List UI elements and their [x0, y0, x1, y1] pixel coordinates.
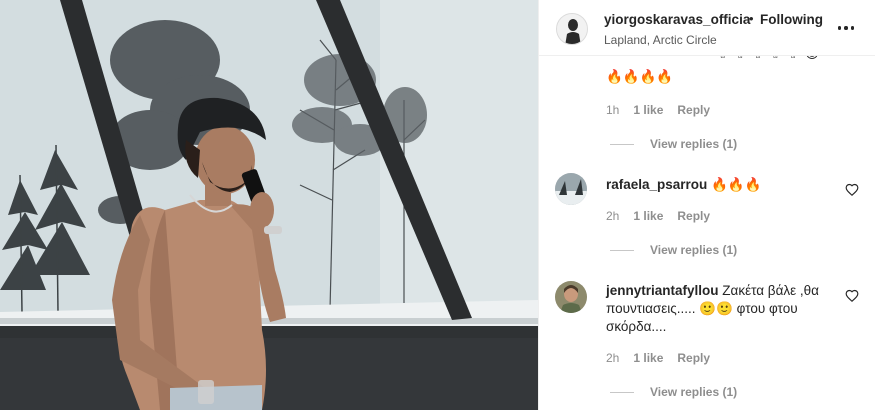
commenter-avatar[interactable] — [555, 173, 587, 205]
comment-likes[interactable]: 1 like — [633, 209, 663, 223]
comment-meta: 2h 1 like Reply — [606, 351, 710, 365]
comments-list: ✌ ✌ ✌ ✌ ✌ ☺ 🔥🔥🔥🔥 1h 1 like Reply View re… — [539, 56, 875, 410]
comment-cut-line: ✌ ✌ ✌ ✌ ✌ ☺ — [717, 56, 820, 64]
comment-body: rafaela_psarrou 🔥🔥🔥 — [606, 176, 762, 194]
view-replies-label: View replies (1) — [650, 243, 738, 257]
comment-username[interactable]: jennytriantafyllou — [606, 283, 719, 298]
comment-time[interactable]: 1h — [606, 103, 619, 117]
comment-meta: 1h 1 like Reply — [606, 103, 710, 117]
comment-meta: 2h 1 like Reply — [606, 209, 710, 223]
view-replies-button[interactable]: View replies (1) — [610, 243, 737, 257]
like-heart-icon[interactable] — [845, 183, 859, 197]
following-button[interactable]: Following — [760, 12, 823, 27]
view-replies-button[interactable]: View replies (1) — [610, 385, 737, 399]
comment-likes[interactable]: 1 like — [633, 103, 663, 117]
comment-likes[interactable]: 1 like — [633, 351, 663, 365]
more-options-icon[interactable] — [835, 18, 857, 38]
comment-body: jennytriantafyllou Ζακέτα βάλε ,θα πουντ… — [606, 282, 834, 336]
post-header: yiorgoskaravas_officia • Following Lapla… — [539, 0, 875, 56]
post-photo-image — [0, 0, 538, 410]
view-replies-label: View replies (1) — [650, 137, 738, 151]
commenter-avatar[interactable] — [555, 281, 587, 313]
post-location[interactable]: Lapland, Arctic Circle — [604, 33, 717, 47]
comment-text: 🔥🔥🔥🔥 — [606, 69, 674, 85]
comment-text: 🔥🔥🔥 — [711, 177, 762, 193]
reply-button[interactable]: Reply — [677, 103, 710, 117]
view-replies-label: View replies (1) — [650, 385, 738, 399]
post-photo[interactable] — [0, 0, 538, 410]
smile-emoji: 🙂🙂 — [699, 301, 733, 317]
comment-time[interactable]: 2h — [606, 209, 619, 223]
replies-divider — [610, 391, 634, 393]
reply-button[interactable]: Reply — [677, 209, 710, 223]
comments-panel: yiorgoskaravas_officia • Following Lapla… — [538, 0, 875, 410]
reply-button[interactable]: Reply — [677, 351, 710, 365]
author-username[interactable]: yiorgoskaravas_officia — [604, 12, 750, 27]
replies-divider — [610, 249, 634, 251]
author-avatar[interactable] — [556, 13, 588, 45]
replies-divider — [610, 143, 634, 145]
like-heart-icon[interactable] — [845, 289, 859, 303]
header-separator: • — [749, 11, 754, 26]
comment-time[interactable]: 2h — [606, 351, 619, 365]
view-replies-button[interactable]: View replies (1) — [610, 137, 737, 151]
comment-username[interactable]: rafaela_psarrou — [606, 177, 707, 192]
